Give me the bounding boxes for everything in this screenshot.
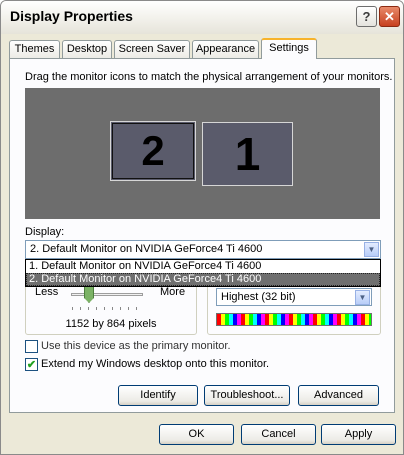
advanced-button[interactable]: Advanced (298, 385, 379, 406)
display-selected-value: 2. Default Monitor on NVIDIA GeForce4 Ti… (30, 243, 263, 255)
primary-monitor-label[interactable]: Use this device as the primary monitor. (41, 340, 231, 352)
primary-monitor-checkbox[interactable] (25, 340, 38, 353)
cancel-button[interactable]: Cancel (241, 424, 316, 445)
close-button[interactable]: ✕ (379, 6, 400, 27)
color-palette-bar (216, 313, 372, 326)
tab-screen-saver[interactable]: Screen Saver (114, 40, 190, 58)
resolution-slider-ticks (72, 307, 144, 310)
display-dropdown[interactable]: 2. Default Monitor on NVIDIA GeForce4 Ti… (25, 240, 381, 259)
resolution-value: 1152 by 864 pixels (65, 318, 157, 330)
extend-desktop-label[interactable]: Extend my Windows desktop onto this moni… (41, 358, 269, 370)
instruction-text: Drag the monitor icons to match the phys… (25, 71, 393, 83)
resolution-more-label: More (160, 286, 186, 298)
display-option-2[interactable]: 2. Default Monitor on NVIDIA GeForce4 Ti… (26, 273, 380, 286)
window-title: Display Properties (10, 8, 133, 24)
display-label: Display: (25, 226, 65, 238)
tab-appearance[interactable]: Appearance (192, 40, 259, 58)
monitor-2-icon[interactable]: 2 (110, 121, 196, 181)
tab-desktop[interactable]: Desktop (62, 40, 112, 58)
monitor-1-icon[interactable]: 1 (202, 122, 293, 186)
chevron-down-icon[interactable]: ▼ (364, 242, 379, 257)
ok-button[interactable]: OK (159, 424, 234, 445)
tab-settings[interactable]: Settings (261, 38, 317, 59)
resolution-less-label: Less (35, 286, 59, 298)
chevron-down-icon[interactable]: ▼ (355, 290, 370, 305)
help-icon: ? (362, 9, 371, 24)
help-button[interactable]: ? (356, 6, 377, 27)
display-option-1[interactable]: 1. Default Monitor on NVIDIA GeForce4 Ti… (26, 260, 380, 273)
color-quality-value: Highest (32 bit) (221, 291, 296, 303)
checkmark-icon: ✔ (26, 359, 37, 371)
troubleshoot-button[interactable]: Troubleshoot... (204, 385, 290, 406)
display-dropdown-list: 1. Default Monitor on NVIDIA GeForce4 Ti… (25, 259, 381, 287)
title-bar[interactable]: Display Properties ? ✕ (1, 1, 403, 34)
identify-button[interactable]: Identify (118, 385, 198, 406)
resolution-slider-track[interactable] (71, 293, 143, 296)
extend-desktop-checkbox[interactable]: ✔ (25, 358, 38, 371)
apply-button[interactable]: Apply (321, 424, 396, 445)
tab-themes[interactable]: Themes (9, 40, 60, 58)
display-properties-window: Display Properties ? ✕ Themes Desktop Sc… (0, 0, 404, 455)
close-icon: ✕ (384, 8, 395, 24)
color-quality-dropdown[interactable]: Highest (32 bit) ▼ (216, 288, 372, 306)
